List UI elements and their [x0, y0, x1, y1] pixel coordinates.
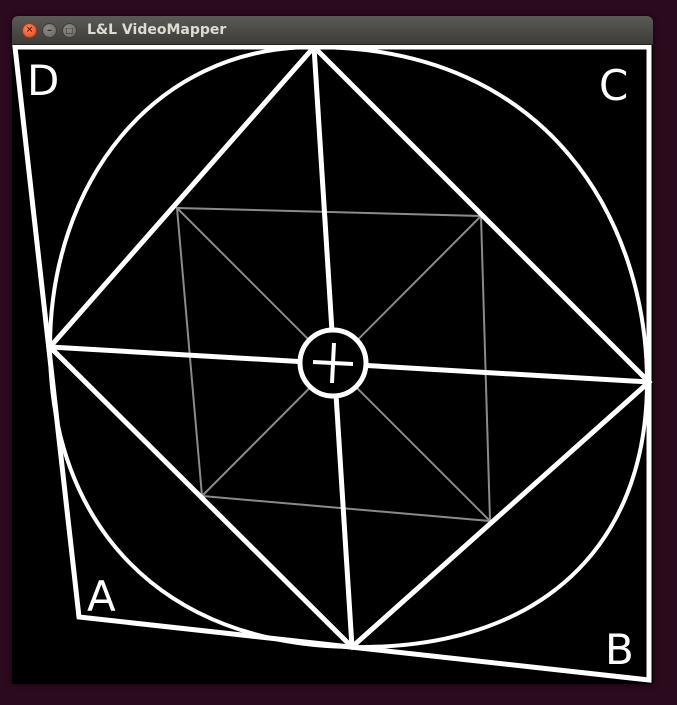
app-window: × – □ L&L VideoMapper D C A B — [12, 16, 653, 684]
title-bar[interactable]: × – □ L&L VideoMapper — [12, 16, 653, 45]
maximize-icon: □ — [65, 25, 74, 35]
corner-label-top-right: C — [599, 61, 628, 110]
close-icon: × — [25, 25, 34, 35]
close-window-button[interactable]: × — [22, 23, 37, 38]
mapping-test-pattern: D C A B — [12, 45, 653, 683]
minimize-window-button[interactable]: – — [42, 23, 57, 38]
minimize-icon: – — [47, 24, 52, 36]
window-title: L&L VideoMapper — [87, 22, 227, 38]
projection-canvas[interactable]: D C A B — [12, 45, 653, 684]
corner-label-top-left: D — [27, 56, 59, 105]
corner-label-bottom-left: A — [87, 572, 116, 621]
corner-label-bottom-right: B — [605, 625, 634, 674]
maximize-window-button[interactable]: □ — [62, 23, 77, 38]
